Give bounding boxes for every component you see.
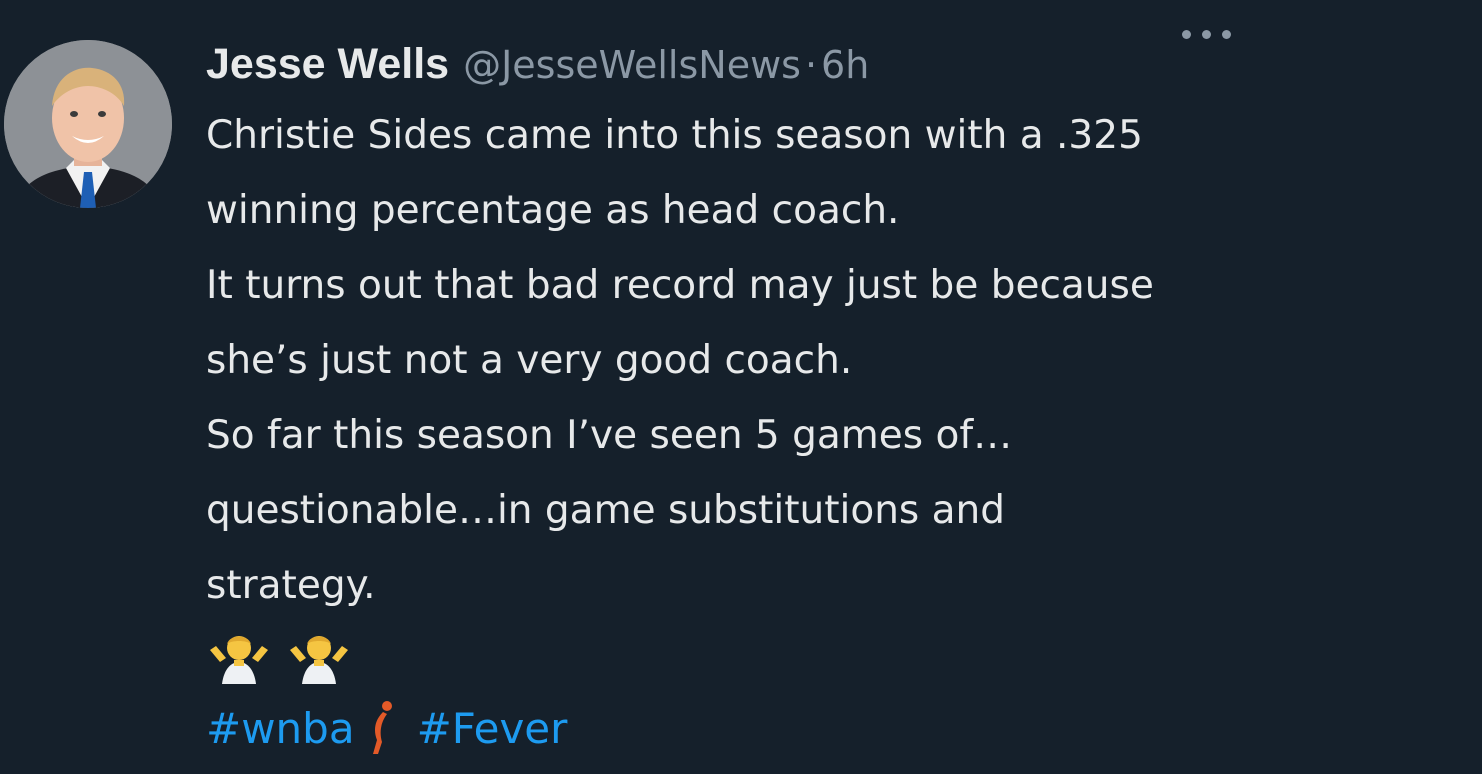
author-handle[interactable]: @JesseWellsNews [463, 35, 801, 95]
hashtag-fever[interactable]: #Fever [417, 704, 568, 753]
hashtag-wnba[interactable]: #wnba [206, 704, 355, 753]
tweet: Jesse Wells @JesseWellsNews · 6h Christi… [0, 0, 1482, 774]
wnba-logo-icon [372, 701, 392, 754]
more-horizontal-icon [1182, 30, 1191, 39]
tweet-text-line: Christie Sides came into this season wit… [206, 113, 1143, 158]
tweet-text: Christie Sides came into this season wit… [206, 98, 1456, 623]
tweet-text-line: she’s just not a very good coach. [206, 338, 853, 383]
more-dot [1202, 30, 1211, 39]
more-options-button[interactable] [1176, 22, 1238, 48]
person-shrugging-icon [210, 636, 268, 684]
person-shrugging-icon [290, 636, 348, 684]
emoji-row [206, 623, 1456, 693]
tweet-content: Jesse Wells @JesseWellsNews · 6h Christi… [206, 34, 1456, 763]
tweet-header: Jesse Wells @JesseWellsNews · 6h [206, 34, 1456, 94]
hashtag-row: #wnba #Fever [206, 693, 1456, 763]
tweet-text-line: So far this season I’ve seen 5 games of… [206, 413, 1013, 458]
avatar-image [4, 40, 172, 208]
avatar[interactable] [4, 40, 172, 208]
tweet-text-line: strategy. [206, 563, 376, 608]
tweet-text-line: It turns out that bad record may just be… [206, 263, 1154, 308]
author-name[interactable]: Jesse Wells [206, 34, 449, 94]
timestamp[interactable]: 6h [821, 35, 869, 95]
tweet-text-line: questionable…in game substitutions and [206, 488, 1006, 533]
separator-dot: · [804, 43, 818, 87]
tweet-text-line: winning percentage as head coach. [206, 188, 900, 233]
more-dot [1222, 30, 1231, 39]
